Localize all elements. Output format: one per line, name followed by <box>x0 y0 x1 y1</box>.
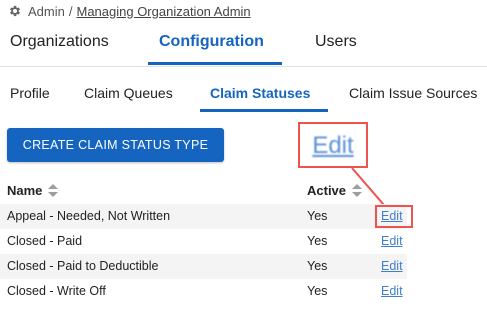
tab-organizations[interactable]: Organizations <box>10 33 109 51</box>
table-row: Closed - Paid to Deductible Yes Edit <box>0 254 407 279</box>
active-tab-indicator <box>148 62 282 65</box>
row-name: Appeal - Needed, Not Written <box>7 209 171 223</box>
edit-link[interactable]: Edit <box>381 234 403 248</box>
zoomed-edit-label: Edit <box>312 132 354 159</box>
sub-tabs: Profile Claim Queues Claim Statuses Clai… <box>0 76 487 114</box>
table-row: Appeal - Needed, Not Written Yes Edit <box>0 204 407 229</box>
active-subtab-indicator <box>200 109 328 112</box>
row-active: Yes <box>307 209 328 223</box>
column-header-name[interactable]: Name <box>7 183 59 198</box>
column-header-name-label: Name <box>7 183 43 198</box>
row-name: Closed - Write Off <box>7 284 106 298</box>
tab-claim-queues[interactable]: Claim Queues <box>84 85 173 101</box>
create-claim-status-type-button[interactable]: CREATE CLAIM STATUS TYPE <box>7 128 224 162</box>
breadcrumb-root[interactable]: Admin <box>28 4 65 19</box>
edit-highlight-box <box>375 205 413 228</box>
tab-profile[interactable]: Profile <box>10 85 50 101</box>
tab-claim-statuses[interactable]: Claim Statuses <box>210 85 310 101</box>
sort-icon <box>352 184 363 197</box>
zoom-callout: Edit <box>298 122 368 168</box>
row-name: Closed - Paid <box>7 234 83 248</box>
tabs-divider <box>0 66 487 67</box>
sort-icon <box>48 184 59 197</box>
gear-icon <box>9 5 21 17</box>
table-row: Closed - Paid Yes Edit <box>0 229 407 254</box>
row-name: Closed - Paid to Deductible <box>7 259 159 273</box>
column-header-active[interactable]: Active <box>307 183 363 198</box>
row-active: Yes <box>307 234 328 248</box>
table-row: Closed - Write Off Yes Edit <box>0 279 407 304</box>
tab-claim-issue-sources[interactable]: Claim Issue Sources <box>349 85 477 101</box>
main-tabs: Organizations Configuration Users <box>0 26 487 66</box>
tab-users[interactable]: Users <box>315 33 357 51</box>
row-active: Yes <box>307 259 328 273</box>
breadcrumb-current-link[interactable]: Managing Organization Admin <box>76 4 250 19</box>
row-active: Yes <box>307 284 328 298</box>
column-header-active-label: Active <box>307 183 347 198</box>
tab-configuration[interactable]: Configuration <box>159 33 264 51</box>
edit-link[interactable]: Edit <box>381 284 403 298</box>
breadcrumb-separator: / <box>68 3 73 19</box>
breadcrumb: Admin / Managing Organization Admin <box>8 3 251 19</box>
edit-link[interactable]: Edit <box>381 259 403 273</box>
